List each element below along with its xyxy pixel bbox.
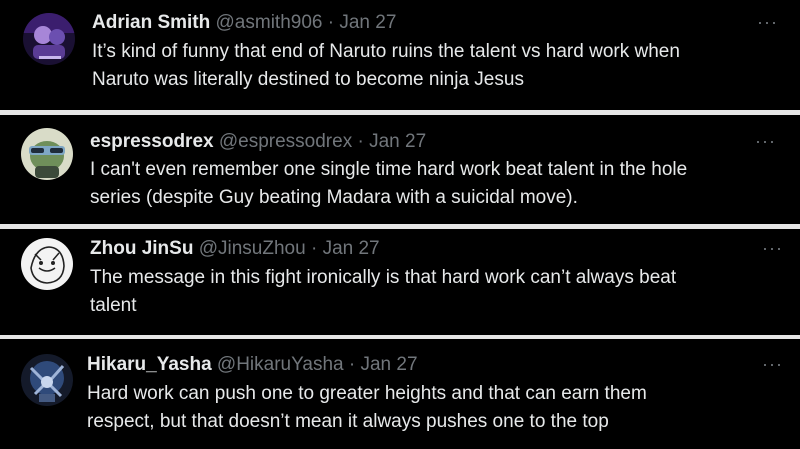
tweet-card[interactable]: Hikaru_Yasha @HikaruYasha · Jan 27 Hard … (0, 339, 800, 449)
tweet-date[interactable]: Jan 27 (369, 131, 426, 152)
author-name[interactable]: Zhou JinSu (90, 238, 193, 259)
author-handle[interactable]: @espressodrex (219, 131, 352, 152)
tweet-text-line: series (despite Guy beating Madara with … (90, 187, 578, 208)
tweet-text-line: Naruto was literally destined to become … (92, 69, 524, 90)
tweet-text: Hard work can push one to greater height… (87, 380, 647, 436)
tweet-text: The message in this fight ironically is … (90, 264, 676, 320)
avatar[interactable] (21, 238, 73, 290)
author-handle[interactable]: @JinsuZhou (199, 238, 306, 259)
separator-dot: · (357, 131, 364, 152)
tweet-date[interactable]: Jan 27 (360, 354, 417, 375)
tweet-text-line: It’s kind of funny that end of Naruto ru… (92, 41, 680, 62)
tweet-text-line: talent (90, 295, 137, 316)
tweet-text: It’s kind of funny that end of Naruto ru… (92, 38, 680, 94)
separator-dot: · (327, 12, 335, 33)
avatar[interactable] (21, 128, 73, 180)
tweet-text-line: respect, but that doesn’t mean it always… (87, 411, 609, 432)
author-handle[interactable]: @HikaruYasha (217, 354, 344, 375)
author-name[interactable]: Hikaru_Yasha (87, 354, 212, 375)
more-horizontal-icon[interactable]: ··· (762, 238, 783, 259)
tweet-card[interactable]: espressodrex @espressodrex · Jan 27 I ca… (0, 115, 800, 224)
tweet-date[interactable]: Jan 27 (323, 238, 380, 259)
tweet-text-line: I can't even remember one single time ha… (90, 159, 688, 180)
author-name[interactable]: Adrian Smith (92, 12, 210, 33)
more-horizontal-icon[interactable]: ··· (757, 12, 778, 33)
tweet-card[interactable]: Zhou JinSu @JinsuZhou · Jan 27 The messa… (0, 229, 800, 335)
author-handle[interactable]: @asmith906 (216, 12, 323, 33)
more-horizontal-icon[interactable]: ··· (755, 131, 776, 152)
tweet-card[interactable]: Adrian Smith @asmith906 · Jan 27 It’s ki… (0, 0, 800, 110)
more-horizontal-icon[interactable]: ··· (762, 354, 783, 375)
tweet-text: I can't even remember one single time ha… (90, 156, 687, 212)
tweet-date[interactable]: Jan 27 (339, 12, 396, 33)
avatar[interactable] (23, 13, 75, 65)
separator-dot: · (348, 354, 356, 375)
author-name[interactable]: espressodrex (90, 131, 214, 152)
avatar[interactable] (21, 354, 73, 406)
tweet-text-line: Hard work can push one to greater height… (87, 383, 647, 404)
separator-dot: · (310, 238, 318, 259)
tweet-text-line: The message in this fight ironically is … (90, 267, 677, 288)
